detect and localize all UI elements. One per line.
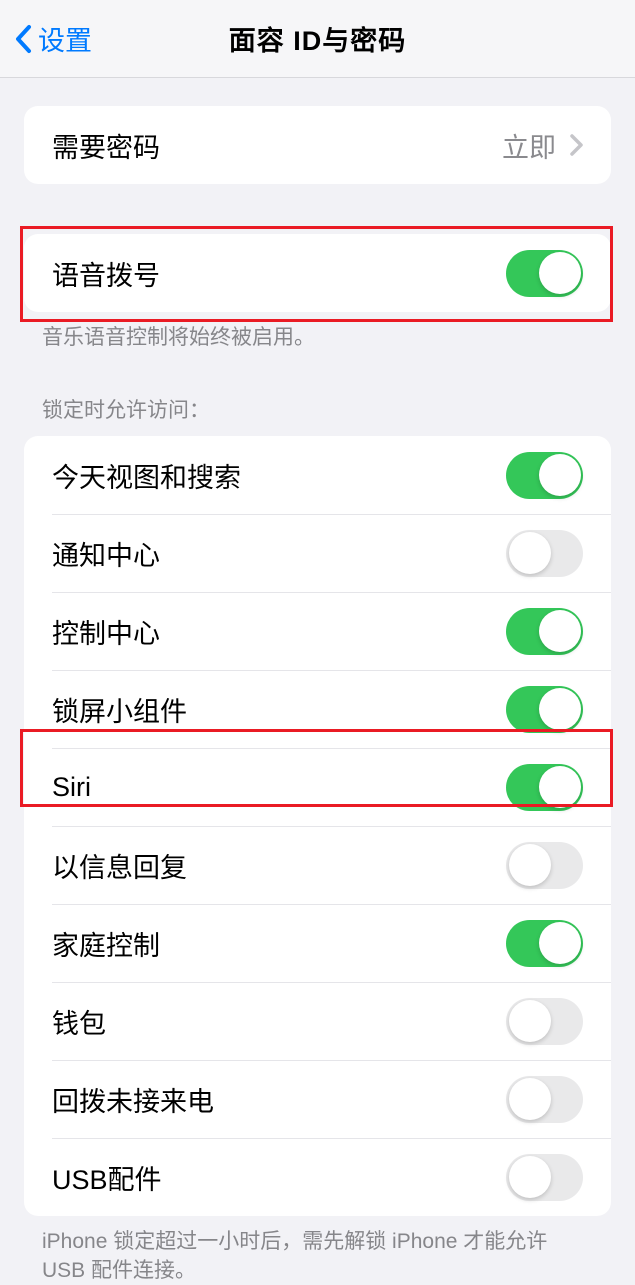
nav-header: 设置 面容 ID与密码 [0, 0, 635, 78]
lock-access-label: Siri [52, 772, 91, 803]
lock-access-label: 今天视图和搜索 [52, 456, 241, 495]
toggle-knob-icon [509, 1078, 551, 1120]
row-lock-access-0: 今天视图和搜索 [24, 436, 611, 514]
back-label: 设置 [38, 19, 92, 58]
row-lock-access-3: 锁屏小组件 [24, 670, 611, 748]
row-lock-access-1: 通知中心 [24, 514, 611, 592]
lock-access-label: 控制中心 [52, 612, 160, 651]
lock-access-toggle[interactable] [506, 1154, 583, 1201]
toggle-knob-icon [539, 610, 581, 652]
row-lock-access-4: Siri [24, 748, 611, 826]
lock-access-toggle[interactable] [506, 452, 583, 499]
lock-access-label: 回拨未接来电 [52, 1080, 214, 1119]
voice-dial-toggle[interactable] [506, 250, 583, 297]
require-passcode-label: 需要密码 [52, 126, 160, 165]
row-voice-dial: 语音拨号 [24, 234, 611, 312]
chevron-right-icon [570, 134, 583, 156]
toggle-knob-icon [539, 688, 581, 730]
row-lock-access-2: 控制中心 [24, 592, 611, 670]
row-right: 立即 [502, 126, 583, 165]
row-lock-access-6: 家庭控制 [24, 904, 611, 982]
back-button[interactable]: 设置 [0, 19, 92, 58]
group-require-passcode: 需要密码 立即 [24, 106, 611, 184]
lock-access-toggle[interactable] [506, 998, 583, 1045]
lock-access-toggle[interactable] [506, 920, 583, 967]
row-lock-access-7: 钱包 [24, 982, 611, 1060]
lock-access-label: USB配件 [52, 1158, 162, 1197]
toggle-knob-icon [539, 252, 581, 294]
require-passcode-value: 立即 [502, 126, 556, 165]
usb-footer: iPhone 锁定超过一小时后，需先解锁 iPhone 才能允许 USB 配件连… [0, 1216, 635, 1285]
lock-access-label: 以信息回复 [52, 846, 187, 885]
lock-access-toggle[interactable] [506, 686, 583, 733]
lock-access-toggle[interactable] [506, 530, 583, 577]
lock-access-label: 通知中心 [52, 534, 160, 573]
lock-access-toggle[interactable] [506, 842, 583, 889]
row-lock-access-8: 回拨未接来电 [24, 1060, 611, 1138]
group-lock-access: 今天视图和搜索通知中心控制中心锁屏小组件 Siri 以信息回复家庭控制钱包回拨未接来… [24, 436, 611, 1216]
toggle-knob-icon [539, 454, 581, 496]
lock-access-toggle[interactable] [506, 608, 583, 655]
toggle-knob-icon [509, 532, 551, 574]
lock-access-label: 家庭控制 [52, 924, 160, 963]
toggle-knob-icon [509, 1156, 551, 1198]
toggle-knob-icon [509, 1000, 551, 1042]
toggle-knob-icon [539, 922, 581, 964]
toggle-knob-icon [509, 844, 551, 886]
page-title: 面容 ID与密码 [229, 19, 407, 58]
voice-dial-footer: 音乐语音控制将始终被启用。 [0, 312, 635, 352]
toggle-knob-icon [539, 766, 581, 808]
voice-dial-label: 语音拨号 [52, 254, 160, 293]
lock-access-label: 钱包 [52, 1002, 106, 1041]
group-voice-dial: 语音拨号 [24, 234, 611, 312]
lock-access-header: 锁定时允许访问： [0, 394, 635, 436]
lock-access-toggle[interactable] [506, 1076, 583, 1123]
lock-access-toggle[interactable] [506, 764, 583, 811]
row-lock-access-5: 以信息回复 [24, 826, 611, 904]
chevron-left-icon [14, 24, 32, 54]
row-lock-access-9: USB配件 [24, 1138, 611, 1216]
row-require-passcode[interactable]: 需要密码 立即 [24, 106, 611, 184]
lock-access-label: 锁屏小组件 [52, 690, 187, 729]
